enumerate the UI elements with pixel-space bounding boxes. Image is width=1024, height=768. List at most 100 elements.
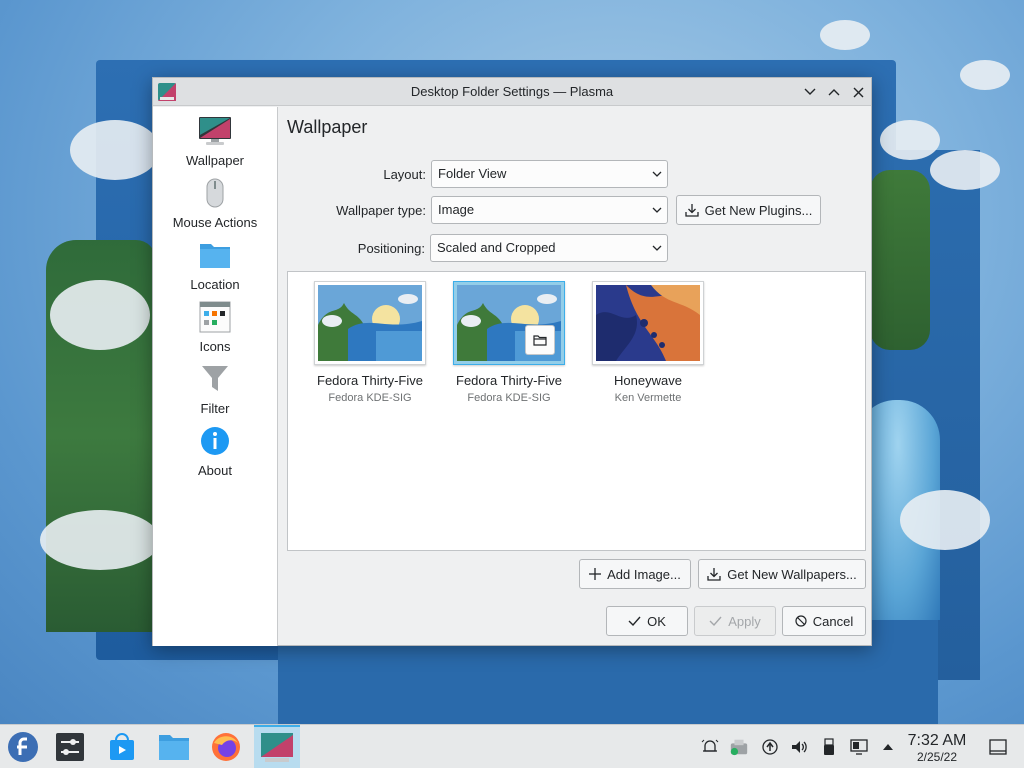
get-new-wallpapers-label: Get New Wallpapers... — [727, 566, 857, 582]
removable-device-icon[interactable] — [819, 737, 839, 757]
honeywave-wallpaper-preview — [596, 285, 700, 361]
sidebar-item-wallpaper[interactable]: Wallpaper — [153, 111, 277, 173]
monitor-icon — [199, 117, 231, 145]
clock-date[interactable]: 2/25/22 — [896, 750, 978, 764]
show-hidden-tray-icon[interactable] — [878, 737, 898, 757]
positioning-combo[interactable]: Scaled and Cropped — [430, 234, 668, 262]
download-icon — [685, 204, 699, 217]
taskbar-firefox[interactable] — [203, 725, 249, 768]
wallpaper-thumbnail[interactable]: Fedora Thirty-Five Fedora KDE-SIG — [314, 281, 426, 411]
close-button[interactable] — [848, 82, 868, 102]
file-manager-icon — [159, 735, 189, 760]
wallpaper-thumbnail[interactable]: Honeywave Ken Vermette — [592, 281, 704, 411]
sidebar-item-icons[interactable]: Icons — [153, 297, 277, 359]
maximize-button[interactable] — [824, 82, 844, 102]
wallpaper-name: Fedora Thirty-Five — [456, 373, 562, 388]
get-new-plugins-button[interactable]: Get New Plugins... — [676, 195, 821, 225]
thumbnail-frame — [592, 281, 704, 365]
wallpaper-gallery: Fedora Thirty-Five Fedora KDE-SIG Fedora… — [287, 271, 866, 551]
settings-dialog: Desktop Folder Settings — Plasma Wallpap… — [152, 77, 872, 646]
taskbar-discover[interactable] — [99, 725, 145, 768]
chevron-down-icon — [652, 207, 662, 213]
display-config-icon[interactable] — [849, 737, 869, 757]
apply-button[interactable]: Apply — [694, 606, 776, 636]
chevron-down-icon — [652, 171, 662, 177]
taskbar-desktop-settings[interactable] — [254, 725, 300, 768]
checkmark-icon — [709, 616, 722, 626]
wallpaper-type-label: Wallpaper type: — [336, 203, 426, 218]
info-icon — [201, 427, 229, 455]
taskbar: 7:32 AM 2/25/22 — [0, 724, 1024, 768]
checkmark-icon — [628, 616, 641, 626]
filter-icon — [202, 366, 228, 391]
mouse-icon — [206, 178, 224, 208]
layout-value: Folder View — [438, 166, 507, 181]
folder-icon — [200, 244, 230, 268]
sidebar-item-about[interactable]: About — [153, 421, 277, 483]
wallpaper-thumbnail-selected[interactable]: Fedora Thirty-Five Fedora KDE-SIG — [453, 281, 565, 411]
apply-label: Apply — [728, 613, 761, 629]
sidebar-item-location[interactable]: Location — [153, 235, 277, 297]
cancel-label: Cancel — [812, 613, 854, 629]
volume-icon[interactable] — [789, 737, 809, 757]
layout-combo[interactable]: Folder View — [431, 160, 668, 188]
taskbar-system-settings[interactable] — [47, 725, 93, 768]
positioning-value: Scaled and Cropped — [437, 240, 556, 255]
system-settings-icon — [56, 733, 84, 761]
updates-icon[interactable] — [729, 737, 749, 757]
ok-button[interactable]: OK — [606, 606, 688, 636]
wallpaper-name: Fedora Thirty-Five — [317, 373, 423, 388]
add-image-button[interactable]: Add Image... — [579, 559, 691, 589]
sidebar-item-mouse-actions[interactable]: Mouse Actions — [153, 173, 277, 235]
network-vpn-icon[interactable] — [760, 737, 780, 757]
get-new-wallpapers-button[interactable]: Get New Wallpapers... — [698, 559, 866, 589]
get-new-plugins-label: Get New Plugins... — [704, 202, 813, 218]
close-icon — [853, 87, 863, 97]
icons-grid-icon — [199, 301, 231, 333]
cancel-button[interactable]: Cancel — [782, 606, 866, 636]
layout-label: Layout: — [383, 167, 426, 182]
wallpaper-type-combo[interactable]: Image — [431, 196, 668, 224]
folder-open-icon — [533, 335, 547, 346]
sidebar-item-label: Icons — [199, 339, 231, 354]
add-image-label: Add Image... — [607, 566, 681, 582]
ok-label: OK — [647, 613, 666, 629]
window-title: Desktop Folder Settings — Plasma — [410, 84, 614, 99]
chevron-up-icon — [828, 89, 840, 96]
firefox-icon — [212, 733, 240, 761]
desktop-settings-icon — [261, 733, 293, 762]
show-desktop-icon[interactable] — [988, 737, 1008, 757]
wallpaper-author: Fedora KDE-SIG — [467, 392, 551, 404]
plus-icon — [589, 568, 602, 580]
wallpaper-author: Fedora KDE-SIG — [328, 392, 412, 404]
sidebar-item-label: Filter — [200, 401, 230, 416]
chevron-down-icon — [804, 88, 816, 95]
sidebar-item-filter[interactable]: Filter — [153, 359, 277, 421]
cancel-icon — [795, 615, 807, 627]
wallpaper-author: Ken Vermette — [614, 392, 682, 404]
page-title: Wallpaper — [287, 117, 368, 137]
wallpaper-type-value: Image — [438, 202, 475, 217]
download-icon — [707, 568, 721, 581]
wallpaper-name: Honeywave — [614, 373, 682, 388]
taskbar-file-manager[interactable] — [151, 725, 197, 768]
chevron-down-icon — [652, 245, 662, 251]
minimize-button[interactable] — [800, 82, 820, 102]
clock-time[interactable]: 7:32 AM — [896, 732, 978, 750]
discover-store-icon — [110, 733, 134, 760]
positioning-label: Positioning: — [357, 241, 425, 256]
settings-content: Wallpaper Layout: Folder View Wallpaper … — [279, 107, 872, 646]
open-containing-folder-button[interactable] — [525, 325, 555, 355]
sidebar: Wallpaper Mouse Actions Location Icons F… — [153, 107, 278, 646]
sidebar-item-label: Location — [190, 277, 240, 292]
title-bar[interactable]: Desktop Folder Settings — Plasma — [153, 78, 871, 106]
fedora-35-wallpaper-preview — [318, 285, 422, 361]
sidebar-item-label: Wallpaper — [185, 153, 245, 168]
thumbnail-frame — [314, 281, 426, 365]
sidebar-item-label: About — [198, 463, 232, 478]
application-launcher[interactable] — [0, 725, 46, 768]
fedora-launcher-icon — [8, 732, 38, 762]
sidebar-item-label: Mouse Actions — [172, 215, 258, 230]
desktop-settings-icon — [158, 83, 176, 101]
notifications-icon[interactable] — [700, 737, 720, 757]
